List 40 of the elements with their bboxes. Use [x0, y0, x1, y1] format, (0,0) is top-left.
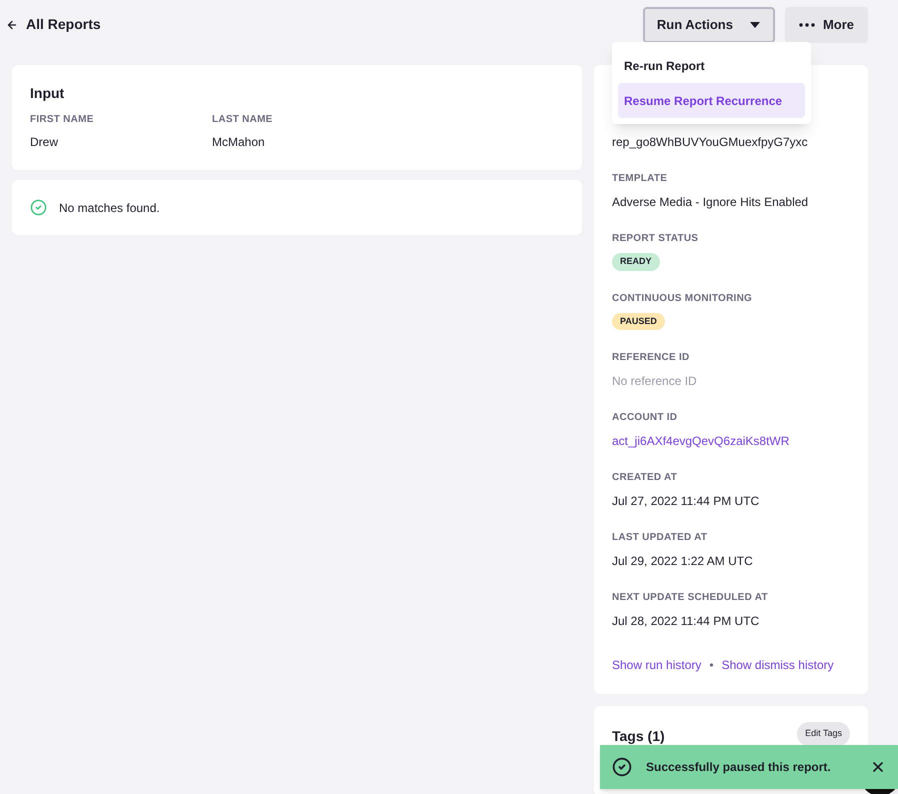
menu-item[interactable]: Resume Report Recurrence — [618, 83, 805, 118]
separator-dot: • — [709, 657, 714, 674]
edit-tags-button[interactable]: Edit Tags — [797, 722, 850, 746]
back-link[interactable]: All Reports — [6, 14, 101, 35]
card-title: Input — [30, 84, 66, 103]
field-label: NEXT UPDATE SCHEDULED AT — [612, 591, 768, 605]
field-label: FIRST NAME — [30, 113, 95, 127]
field-value: Jul 28, 2022 11:44 PM UTC — [612, 613, 760, 630]
field-value: No reference ID — [612, 373, 697, 390]
caret-icon — [748, 20, 761, 28]
history-link[interactable]: Show dismiss history — [722, 656, 834, 674]
field-label: LAST UPDATED AT — [612, 531, 708, 545]
status-badge: READY — [612, 253, 660, 270]
menu-item[interactable]: Re-run Report — [618, 48, 805, 83]
field-label: ACCOUNT ID — [612, 411, 678, 425]
history-link[interactable]: Show run history — [612, 656, 702, 674]
close-button[interactable] — [870, 759, 886, 775]
status-badge: PAUSED — [612, 312, 665, 330]
result-text: No matches found. — [59, 200, 160, 216]
field-label: TEMPLATE — [612, 172, 668, 186]
more-button[interactable]: More — [784, 6, 868, 42]
field-value: McMahon — [212, 134, 266, 151]
check-circle-icon — [30, 199, 47, 216]
dots-icon — [798, 22, 815, 26]
field-label: CREATED AT — [612, 471, 678, 485]
account-link[interactable]: act_ji6AXf4evgQevQ6zaiKs8tWR — [612, 432, 790, 450]
field-value: Drew — [30, 134, 60, 151]
field-label: LAST NAME — [212, 113, 274, 127]
field-label: REFERENCE ID — [612, 351, 690, 365]
check-circle-icon — [612, 757, 632, 777]
tags-title: Tags (1) — [612, 727, 665, 746]
field-value: Jul 29, 2022 1:22 AM UTC — [612, 553, 753, 570]
field-label: CONTINUOUS MONITORING — [612, 292, 752, 306]
field-label: REPORT STATUS — [612, 232, 698, 246]
run-actions-button[interactable]: Run Actions — [642, 6, 775, 42]
field-value: rep_go8WhBUVYouGMuexfpyG7yxc — [612, 134, 808, 151]
field-value: Jul 27, 2022 11:44 PM UTC — [612, 493, 760, 510]
toast-message: Successfully paused this report. — [646, 759, 832, 776]
field-value: Adverse Media - Ignore Hits Enabled — [612, 194, 808, 211]
back-arrow-icon — [6, 18, 18, 30]
